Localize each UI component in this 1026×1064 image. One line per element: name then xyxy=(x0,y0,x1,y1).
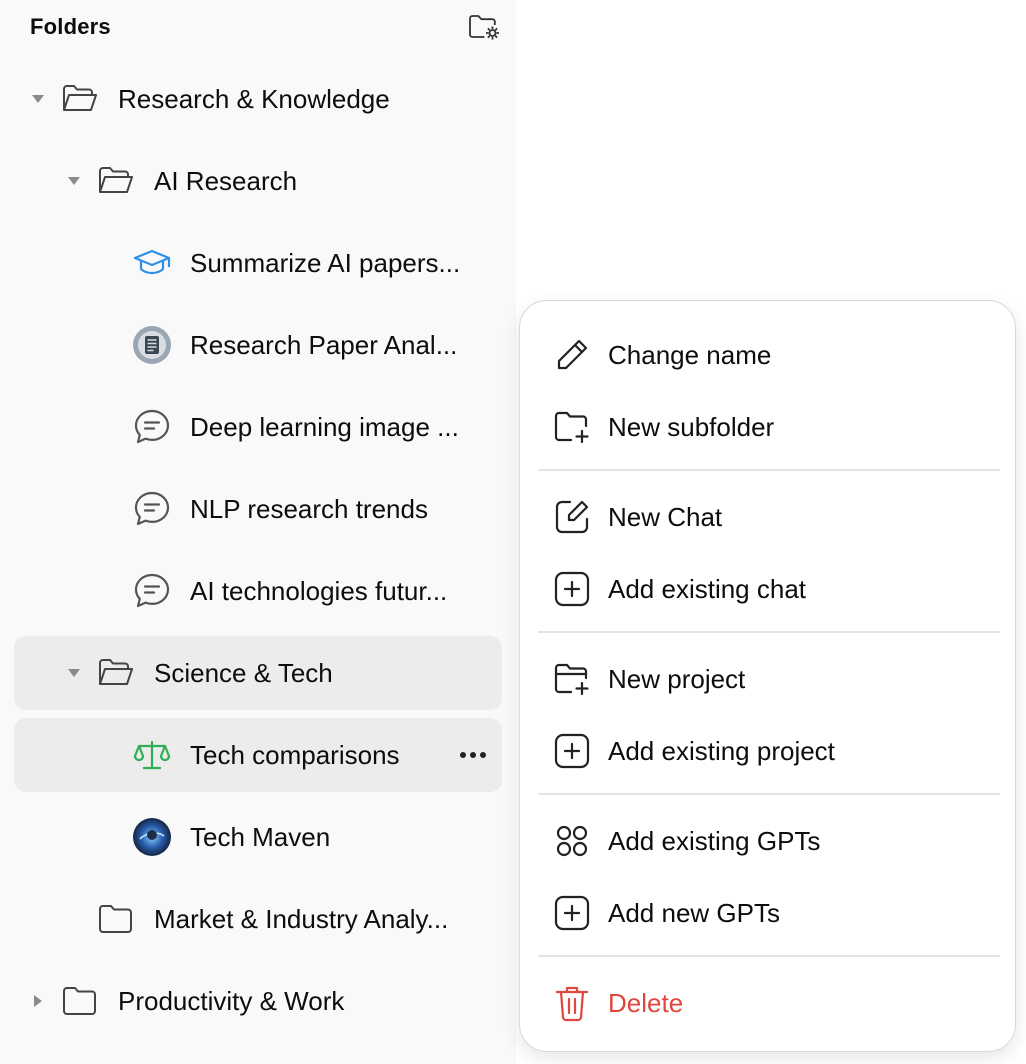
chat-label: NLP research trends xyxy=(190,493,428,524)
menu-item-new-chat[interactable]: New Chat xyxy=(538,487,998,547)
folder-tree: Research & Knowledge AI Research Summari… xyxy=(0,62,516,1046)
folder-label: Research & Knowledge xyxy=(118,83,390,114)
gpt-item-tech-maven[interactable]: Tech Maven xyxy=(14,800,502,874)
menu-item-add-existing-project[interactable]: Add existing project xyxy=(538,721,998,781)
menu-item-label: New Chat xyxy=(608,501,723,532)
menu-divider xyxy=(538,793,1000,795)
folder-label: Science & Tech xyxy=(154,657,333,688)
pencil-icon xyxy=(552,335,592,375)
chat-label: Summarize AI papers... xyxy=(190,247,461,278)
chat-item-summarize-ai-papers[interactable]: Summarize AI papers... xyxy=(14,226,502,300)
folder-open-icon xyxy=(96,161,136,201)
folder-context-menu: Change name New subfolder New Chat Add e… xyxy=(519,300,1016,1052)
chat-item-tech-comparisons[interactable]: Tech comparisons xyxy=(14,718,502,792)
menu-item-label: Delete xyxy=(608,987,684,1018)
menu-divider xyxy=(538,631,1000,633)
plus-square-icon xyxy=(552,731,592,771)
plus-square-icon xyxy=(552,569,592,609)
menu-item-label: Change name xyxy=(608,339,772,370)
folder-ai-research[interactable]: AI Research xyxy=(14,144,502,218)
grid-circles-icon xyxy=(552,821,592,861)
trash-icon xyxy=(552,983,592,1023)
chat-label: Deep learning image ... xyxy=(190,411,459,442)
folder-plus-icon xyxy=(552,659,592,699)
folder-market-industry[interactable]: Market & Industry Analy... xyxy=(14,882,502,956)
folder-icon xyxy=(96,899,136,939)
menu-item-new-subfolder[interactable]: New subfolder xyxy=(538,397,998,457)
gpt-label: Tech Maven xyxy=(190,821,331,852)
chat-label: AI technologies futur... xyxy=(190,575,448,606)
caret-down-icon[interactable] xyxy=(28,89,48,109)
more-options-icon[interactable] xyxy=(458,740,488,770)
menu-item-new-project[interactable]: New project xyxy=(538,649,998,709)
graduation-cap-icon xyxy=(132,243,172,283)
folder-science-tech[interactable]: Science & Tech xyxy=(14,636,502,710)
gpt-avatar xyxy=(132,817,172,857)
chat-label: Tech comparisons xyxy=(190,739,400,770)
menu-item-add-existing-gpts[interactable]: Add existing GPTs xyxy=(538,811,998,871)
folder-open-icon xyxy=(96,653,136,693)
menu-item-label: Add existing chat xyxy=(608,573,807,604)
scale-icon xyxy=(132,735,172,775)
menu-divider xyxy=(538,955,1000,957)
gpt-item-research-paper-analyzer[interactable]: Research Paper Anal... xyxy=(14,308,502,382)
sidebar-header: Folders xyxy=(30,12,502,42)
menu-item-label: Add new GPTs xyxy=(608,897,780,928)
folder-productivity-work[interactable]: Productivity & Work xyxy=(14,964,502,1038)
chat-item-deep-learning[interactable]: Deep learning image ... xyxy=(14,390,502,464)
menu-item-label: New project xyxy=(608,663,746,694)
gpt-avatar xyxy=(132,325,172,365)
caret-down-icon[interactable] xyxy=(64,663,84,683)
menu-item-label: Add existing project xyxy=(608,735,835,766)
chat-item-ai-technologies[interactable]: AI technologies futur... xyxy=(14,554,502,628)
chat-bubble-icon xyxy=(132,571,172,611)
folder-label: AI Research xyxy=(154,165,298,196)
chat-bubble-icon xyxy=(132,407,172,447)
sidebar-title: Folders xyxy=(30,14,111,39)
menu-item-add-existing-chat[interactable]: Add existing chat xyxy=(538,559,998,619)
folders-sidebar: Folders Research & Knowledge AI Research… xyxy=(0,0,516,1064)
menu-item-label: Add existing GPTs xyxy=(608,825,821,856)
caret-right-icon[interactable] xyxy=(28,991,48,1011)
folder-label: Productivity & Work xyxy=(118,985,345,1016)
folder-research-knowledge[interactable]: Research & Knowledge xyxy=(14,62,502,136)
menu-item-add-new-gpts[interactable]: Add new GPTs xyxy=(538,883,998,943)
menu-item-delete[interactable]: Delete xyxy=(538,973,998,1033)
plus-square-icon xyxy=(552,893,592,933)
chat-item-nlp-research-trends[interactable]: NLP research trends xyxy=(14,472,502,546)
folder-label: Market & Industry Analy... xyxy=(154,903,449,934)
folder-open-icon xyxy=(60,79,100,119)
gpt-label: Research Paper Anal... xyxy=(190,329,458,360)
menu-item-label: New subfolder xyxy=(608,411,775,442)
caret-down-icon[interactable] xyxy=(64,171,84,191)
edit-square-icon xyxy=(552,497,592,537)
menu-item-change-name[interactable]: Change name xyxy=(538,325,998,385)
folder-icon xyxy=(60,981,100,1021)
menu-divider xyxy=(538,469,1000,471)
folder-plus-icon xyxy=(552,407,592,447)
chat-bubble-icon xyxy=(132,489,172,529)
folder-settings-icon[interactable] xyxy=(466,11,502,43)
